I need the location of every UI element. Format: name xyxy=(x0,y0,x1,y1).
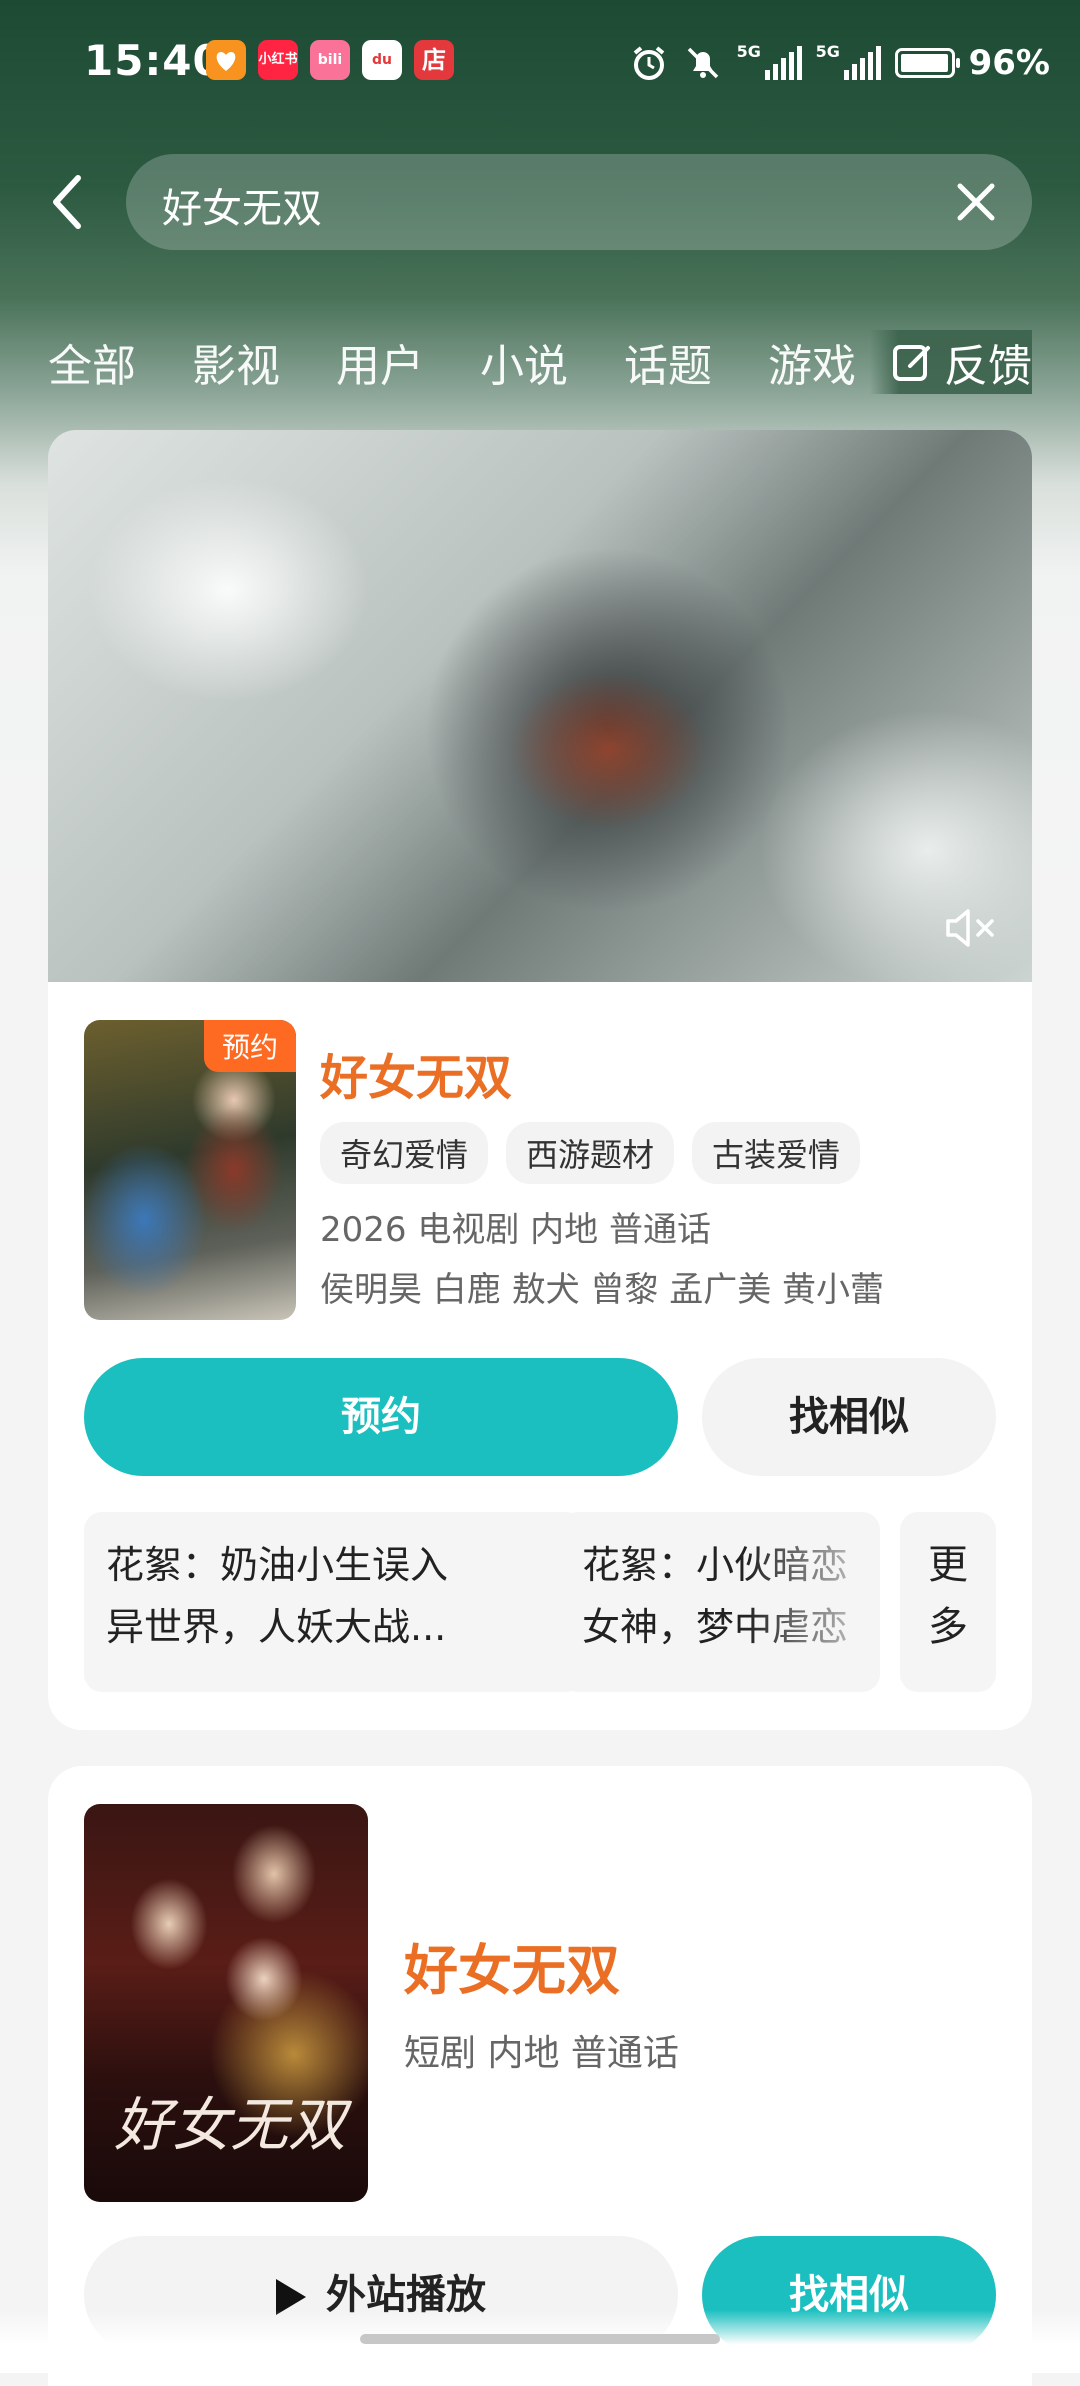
alarm-icon xyxy=(633,46,664,80)
tab-games[interactable]: 游戏 xyxy=(768,330,856,390)
heart-app-icon xyxy=(206,40,246,80)
home-indicator[interactable] xyxy=(360,2334,720,2344)
tab-all[interactable]: 全部 xyxy=(48,330,136,390)
clip-title-line: 女神，梦中虐恋 xyxy=(582,1605,849,1649)
find-similar-button[interactable]: 找相似 xyxy=(702,1358,996,1476)
xiaohongshu-icon: 小红书 xyxy=(258,40,298,80)
poster-title-art: 好女无双 xyxy=(114,2091,347,2159)
result-title[interactable]: 好女无双 xyxy=(404,1926,620,2005)
tag-chip[interactable]: 奇幻爱情 xyxy=(320,1122,489,1184)
battery-icon xyxy=(894,48,960,78)
feedback-label: 反馈 xyxy=(944,341,1032,392)
feedback-button[interactable]: 反馈 xyxy=(870,330,1032,394)
result-cast: 侯明昊 白鹿 敖犬 曾黎 孟广美 黄小蕾 xyxy=(320,1270,885,1310)
signal-icon-2: 5G xyxy=(816,42,881,80)
status-time: 15:40 xyxy=(84,36,223,85)
tab-topics[interactable]: 话题 xyxy=(624,330,712,390)
edit-icon xyxy=(893,345,930,381)
tab-video[interactable]: 影视 xyxy=(192,330,280,390)
clip-item[interactable]: 花絮：小伙暗恋 女神，梦中虐恋 xyxy=(560,1512,880,1692)
more-clips-button[interactable]: 更 多 xyxy=(900,1512,996,1692)
reserve-button[interactable]: 预约 xyxy=(84,1358,678,1476)
tag-chip[interactable]: 西游题材 xyxy=(506,1122,675,1184)
clip-title-line: 异世界，人妖大战... xyxy=(106,1605,447,1649)
mute-icon[interactable] xyxy=(944,904,998,952)
clip-title-line: 花絮：小伙暗恋 xyxy=(582,1543,849,1587)
search-input[interactable]: 好女无双 xyxy=(162,176,322,234)
tag-list: 奇幻爱情 西游题材 古装爱情 xyxy=(320,1122,861,1184)
bilibili-icon: bili xyxy=(310,40,350,80)
more-label: 更 xyxy=(928,1542,968,1588)
video-preview[interactable] xyxy=(48,430,1032,982)
reserve-badge: 预约 xyxy=(203,1020,296,1072)
network-label-1: 5G xyxy=(736,42,761,61)
clear-icon[interactable] xyxy=(954,180,998,224)
more-label: 多 xyxy=(928,1604,968,1650)
battery-level: 96% xyxy=(968,43,1050,83)
tab-users[interactable]: 用户 xyxy=(336,330,424,390)
result-title[interactable]: 好女无双 xyxy=(320,1038,512,1108)
back-arrow-icon[interactable] xyxy=(44,170,92,234)
dewu-icon: du xyxy=(362,40,402,80)
status-bar: 15:40 小红书 bili du 店 5G 5G 96% xyxy=(0,36,1080,92)
poster-image[interactable]: 预约 xyxy=(84,1020,296,1320)
result-meta: 短剧 内地 普通话 xyxy=(404,2033,679,2074)
poster-image[interactable]: 好女无双 xyxy=(84,1804,368,2202)
clip-title-line: 花絮：奶油小生误入 xyxy=(106,1543,449,1587)
network-label-2: 5G xyxy=(815,42,840,61)
mute-bell-icon xyxy=(687,47,718,79)
result-meta: 2026 电视剧 内地 普通话 xyxy=(320,1210,711,1250)
clip-item[interactable]: 花絮：奶油小生误入 异世界，人妖大战... xyxy=(84,1512,584,1692)
tab-novels[interactable]: 小说 xyxy=(480,330,568,390)
result-card-short-drama[interactable]: 好女无双 好女无双 短剧 内地 普通话 外站播放 找相似 xyxy=(48,1766,1032,2386)
tag-chip[interactable]: 古装爱情 xyxy=(692,1122,861,1184)
result-card-drama[interactable]: 预约 好女无双 奇幻爱情 西游题材 古装爱情 2026 电视剧 内地 普通话 侯… xyxy=(48,982,1032,1730)
signal-icon-1: 5G xyxy=(737,42,802,80)
shop-icon: 店 xyxy=(414,40,454,80)
status-icons: 5G 5G 96% xyxy=(629,38,1050,88)
search-bar[interactable]: 好女无双 xyxy=(126,154,1032,250)
